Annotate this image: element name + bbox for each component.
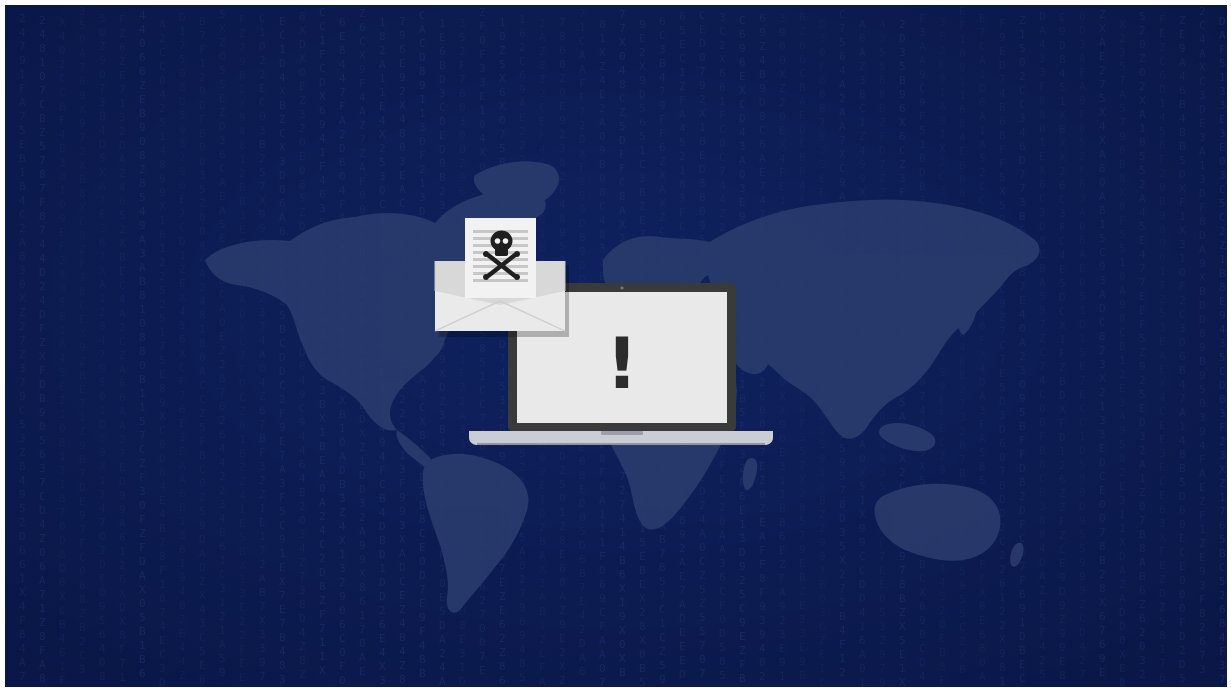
matrix-glyph-column: 24791FA75EB184C2A830XZ27Z379C53Z84952D66… xyxy=(19,12,26,683)
matrix-glyph-column: 3F2E91A92X2C3F3F2Z6691Z4759EFECZ97208EF4… xyxy=(939,16,946,687)
matrix-glyph-column: EF10911684EB06ZE6ZZ4XZ7646B273207BAE19CE… xyxy=(959,5,966,676)
matrix-glyph-column: X402CCBF4E30109EF280581645E220B171870D8D… xyxy=(59,16,66,687)
matrix-glyph-column: 5XZ055EZD36CAEA5EDFDCA0EZ287626442234861… xyxy=(219,8,226,679)
warning-exclamation-icon: ! xyxy=(606,323,638,405)
matrix-glyph-column: 248107CBZ5787F8744D24DFZXFDB905637CD4Z06… xyxy=(39,14,46,685)
matrix-glyph-column: C1D22EC03B257X99D6522374A04Z67BF32Z1E172… xyxy=(259,12,266,683)
matrix-glyph-column: EC1D4XBZCX3D06A6FA5225BCDDC2F9E7A3F5C91E… xyxy=(279,15,286,686)
matrix-glyph-column: Z1502CC346D773B5Z587E40A23095BFFD82DFC37… xyxy=(1019,14,1026,685)
matrix-glyph-column: 50Z9073B4D5XA7E367XA128479501D89X174702D… xyxy=(99,12,106,683)
matrix-glyph-column: ZXAE275X4XA80A815C93ADC823X2133EDCE0078B… xyxy=(1099,8,1106,679)
matrix-glyph-column: E7CA1D6A1A52CC502012D40FX4DA3FA5B5085DDF… xyxy=(979,12,986,683)
matrix-glyph-column: FZ6ZE7132DAZ4652XBEC4A2CZA66AA27ED99A612… xyxy=(119,13,126,684)
matrix-glyph-column: ZE9A46B4BB5DXF1X310F2C3D6B47A148B5D60ECE… xyxy=(1179,14,1186,685)
matrix-glyph-column: FZ79B2X94812BB3ECF6BADXC7FDCZ01BZZ41E5BX… xyxy=(239,13,246,684)
matrix-glyph-column: DA433F88B1EX6C3D8EBA597ZC74C0BFB8CB3884D… xyxy=(1039,10,1046,681)
laptop-base-shadow xyxy=(477,443,765,445)
matrix-glyph-column: X2357A5796B8X8F5510A98CB12E349582E311XDA… xyxy=(1119,18,1126,687)
laptop-camera xyxy=(620,286,624,290)
phishing-alert-illustration: 24791FA75EB184C2A830XZ27Z379C53Z84952D66… xyxy=(5,5,1227,687)
matrix-glyph-column: D17508D508790E7CD1ZEX456XCF76E3EAA6B1861… xyxy=(179,11,186,682)
matrix-glyph-column: C9D8451XBXX26C3FC4E5DCX1FZBDXFD126ZZFZCE… xyxy=(1059,11,1066,682)
matrix-glyph-column: DAF5133E3E03C5C2Z1B8E9435CD63F23XZ1765BC… xyxy=(1219,15,1226,686)
matrix-glyph-column: 10Z5X6X075B9F51169444X7D745328B9B4E26787… xyxy=(499,16,506,687)
matrix-glyph-column: 0D3AFA9F052F63A06AE051D15E7ECC1D599D9559… xyxy=(1079,10,1086,681)
matrix-glyph-column: 350A769X972XB8XC8ZF78CEX9ZBE71Z9B7DE97FC… xyxy=(79,5,86,676)
matrix-glyph-column: A2CC042514899X16122525175E89XC6D84E4B78F… xyxy=(159,18,166,687)
matrix-glyph-column: B7F120DFB0035Z004AA248180ACCZ5FBC0259DAD… xyxy=(199,15,206,686)
matrix-glyph-column: 2C4AXC3DE3A13DF8DA9XBDD89B950394FAEZF1ZE… xyxy=(1199,5,1206,676)
laptop-trackpad-notch xyxy=(601,431,643,435)
matrix-glyph-column: FEZC6D1456F20B980017Z53EAEX4CEE3ECE63XFE… xyxy=(1159,13,1166,684)
matrix-glyph-column: 520Z02XA18552A45E477EEF5Z925ED32A1Z07B8A… xyxy=(1139,10,1146,681)
matrix-glyph-column: 44066ZEB90828549A3AB810880B1157CZF30FZFD… xyxy=(139,9,146,680)
